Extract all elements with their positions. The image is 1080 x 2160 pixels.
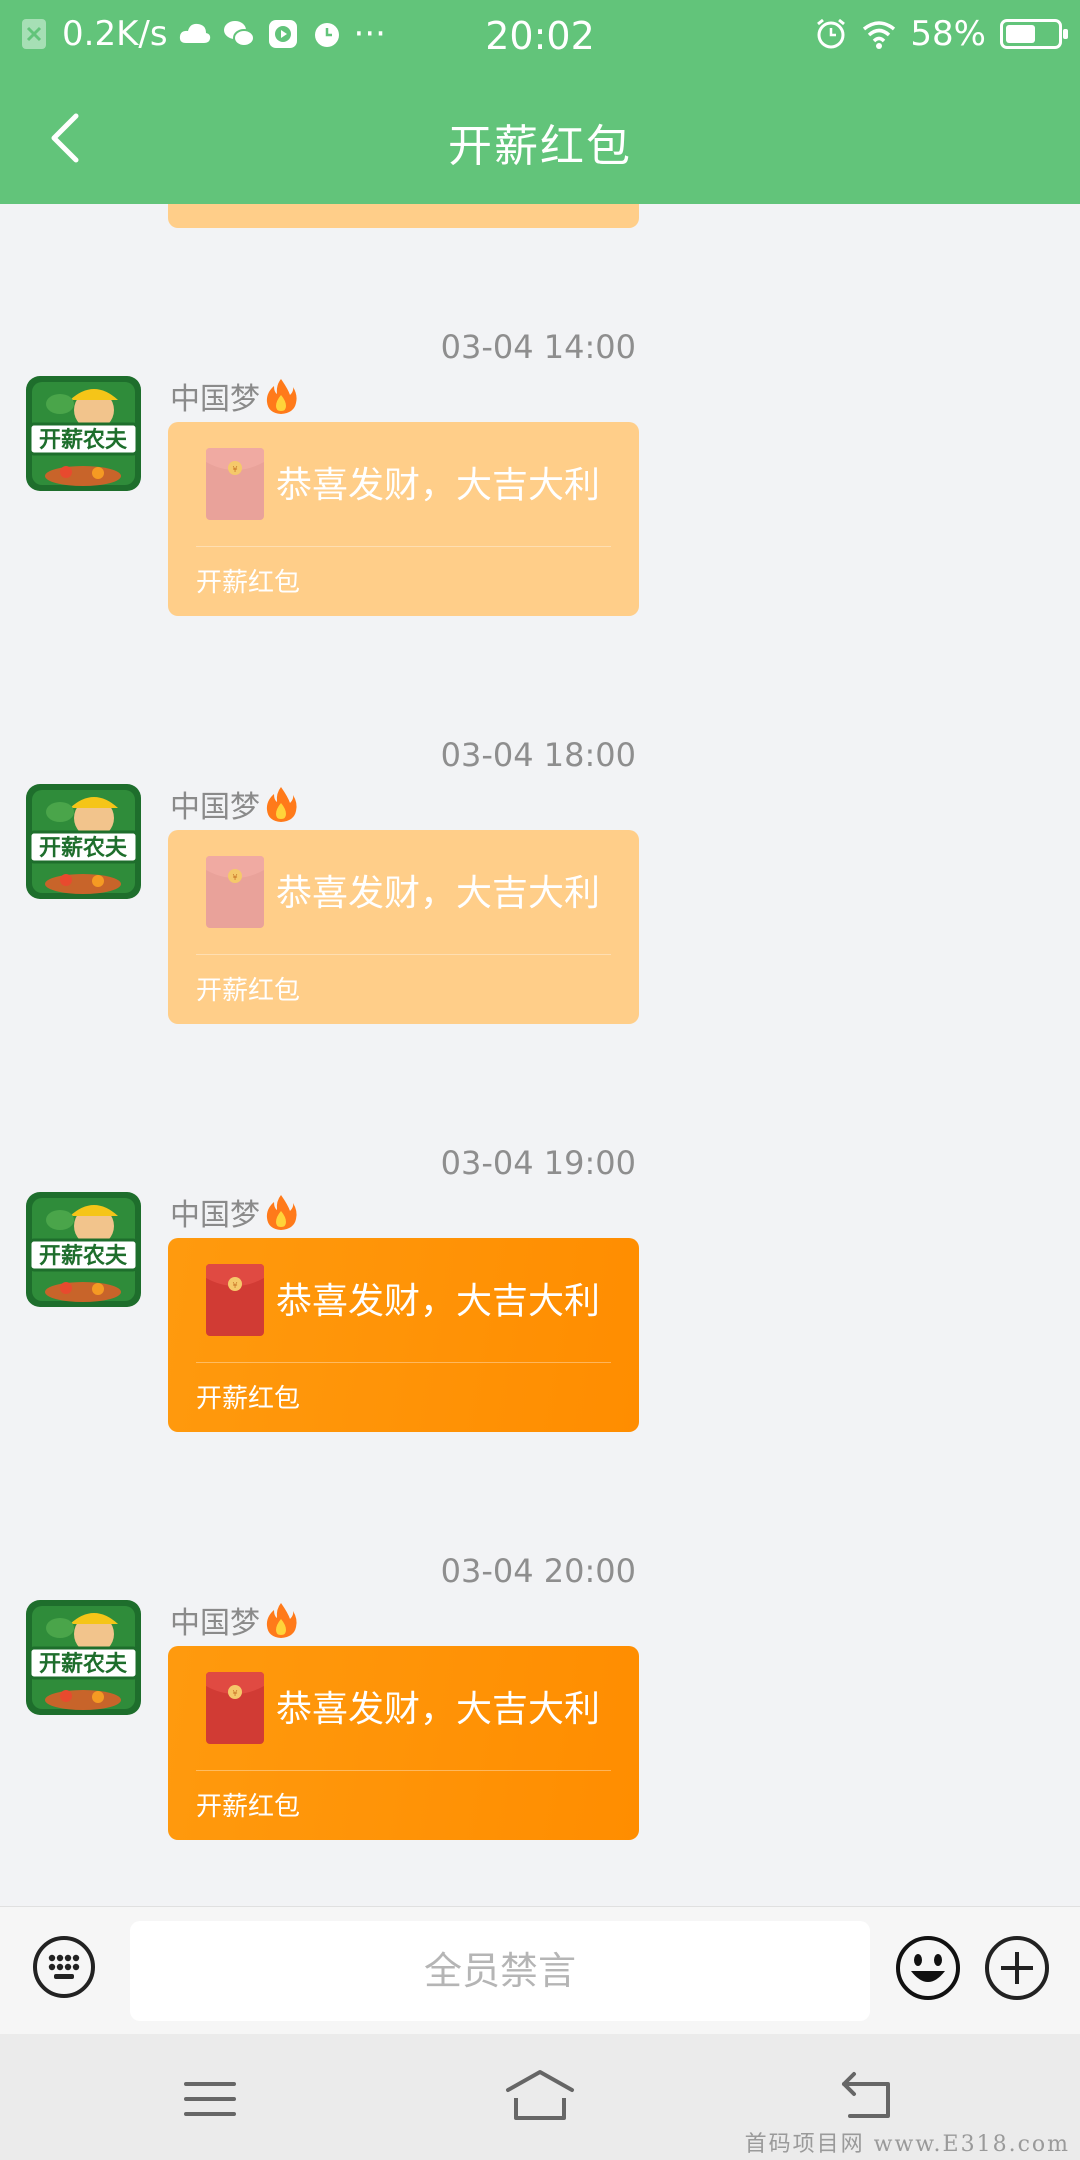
red-packet-type-label: 开薪红包 xyxy=(196,568,301,598)
home-icon[interactable] xyxy=(504,2068,576,2124)
avatar-logo-text: 开薪农夫 xyxy=(39,835,128,861)
fire-icon xyxy=(266,787,297,822)
svg-text:¥: ¥ xyxy=(232,1689,237,1698)
status-bar: 0.2K/s ··· 20:02 58% xyxy=(0,0,1080,72)
sender-name: 中国梦 xyxy=(170,1198,260,1233)
fire-icon xyxy=(266,1603,297,1638)
message-timestamp: 03-04 18:00 xyxy=(440,736,636,774)
avatar-logo-text: 开薪农夫 xyxy=(39,427,128,453)
red-packet-card[interactable]: ¥ 恭喜发财，大吉大利 开薪红包 xyxy=(168,1646,639,1840)
sender-name: 中国梦 xyxy=(170,790,260,825)
red-packet-type-label: 开薪红包 xyxy=(196,1792,301,1822)
sender-name: 中国梦 xyxy=(170,382,260,417)
sender-name-row: 中国梦 xyxy=(170,1598,298,1642)
card-divider xyxy=(196,1770,611,1771)
battery-percent: 58% xyxy=(910,14,986,54)
red-packet-greeting: 恭喜发财，大吉大利 xyxy=(276,465,601,506)
red-envelope-icon: ¥ xyxy=(206,448,264,520)
fire-icon xyxy=(266,1195,297,1230)
red-packet-type-label: 开薪红包 xyxy=(196,976,301,1006)
alarm-icon xyxy=(817,18,846,49)
sender-name-row: 中国梦 xyxy=(170,374,298,418)
wifi-icon xyxy=(863,21,896,49)
svg-text:¥: ¥ xyxy=(232,1281,237,1290)
plus-icon[interactable] xyxy=(984,1935,1050,2001)
emoji-icon[interactable] xyxy=(895,1935,961,2001)
message-timestamp: 03-04 20:00 xyxy=(440,1552,636,1590)
avatar[interactable]: 开薪农夫 xyxy=(26,376,141,491)
keyboard-icon[interactable] xyxy=(32,1935,96,1999)
avatar[interactable]: 开薪农夫 xyxy=(26,784,141,899)
message-item: 03-04 18:00 开薪农夫 中国梦 ¥ 恭喜发财，大吉大利 开薪红包 xyxy=(0,736,1080,1096)
svg-text:¥: ¥ xyxy=(232,465,237,474)
avatar[interactable]: 开薪农夫 xyxy=(26,1192,141,1307)
red-packet-card[interactable]: ¥ 恭喜发财，大吉大利 开薪红包 xyxy=(168,1238,639,1432)
battery-icon xyxy=(1000,19,1068,49)
sender-name-row: 中国梦 xyxy=(170,1190,298,1234)
message-input[interactable] xyxy=(130,1921,870,2021)
battery-fill xyxy=(1006,25,1035,43)
svg-text:¥: ¥ xyxy=(232,873,237,882)
card-divider xyxy=(196,546,611,547)
avatar-logo-text: 开薪农夫 xyxy=(39,1243,128,1269)
red-envelope-icon: ¥ xyxy=(206,1264,264,1336)
card-divider xyxy=(196,1362,611,1363)
message-item: 03-04 20:00 开薪农夫 中国梦 ¥ 恭喜发财，大吉大利 开薪红包 xyxy=(0,1552,1080,1906)
message-item: 03-04 19:00 开薪农夫 中国梦 ¥ 恭喜发财，大吉大利 开薪红包 xyxy=(0,1144,1080,1504)
red-envelope-icon: ¥ xyxy=(206,856,264,928)
partial-red-packet-card[interactable] xyxy=(168,204,639,228)
message-item: 03-04 14:00 开薪农夫 中国梦 ¥ 恭喜发财，大吉大利 开薪红包 xyxy=(0,328,1080,688)
red-packet-card[interactable]: ¥ 恭喜发财，大吉大利 开薪红包 xyxy=(168,422,639,616)
avatar[interactable]: 开薪农夫 xyxy=(26,1600,141,1715)
message-timestamp: 03-04 19:00 xyxy=(440,1144,636,1182)
red-packet-greeting: 恭喜发财，大吉大利 xyxy=(276,1281,601,1322)
card-divider xyxy=(196,954,611,955)
watermark: 首码项目网 www.E318.com xyxy=(744,2132,1070,2157)
title-bar: 开薪红包 xyxy=(0,72,1080,204)
red-packet-greeting: 恭喜发财，大吉大利 xyxy=(276,1689,601,1730)
page-title: 开薪红包 xyxy=(448,121,632,172)
red-envelope-icon: ¥ xyxy=(206,1672,264,1744)
fire-icon xyxy=(266,379,297,414)
chat-list[interactable]: 03-04 14:00 开薪农夫 中国梦 ¥ 恭喜发财，大吉大利 开薪红包 03… xyxy=(0,204,1080,1906)
input-bar xyxy=(0,1906,1080,2035)
message-timestamp: 03-04 14:00 xyxy=(440,328,636,366)
menu-icon[interactable] xyxy=(180,2074,240,2124)
red-packet-type-label: 开薪红包 xyxy=(196,1384,301,1414)
system-nav-bar: 首码项目网 www.E318.com xyxy=(0,2034,1080,2160)
red-packet-greeting: 恭喜发财，大吉大利 xyxy=(276,873,601,914)
status-right: 58% xyxy=(814,14,1068,54)
sender-name-row: 中国梦 xyxy=(170,782,298,826)
avatar-logo-text: 开薪农夫 xyxy=(39,1651,128,1677)
red-packet-card[interactable]: ¥ 恭喜发财，大吉大利 开薪红包 xyxy=(168,830,639,1024)
sender-name: 中国梦 xyxy=(170,1606,260,1641)
back-icon[interactable] xyxy=(838,2070,898,2122)
